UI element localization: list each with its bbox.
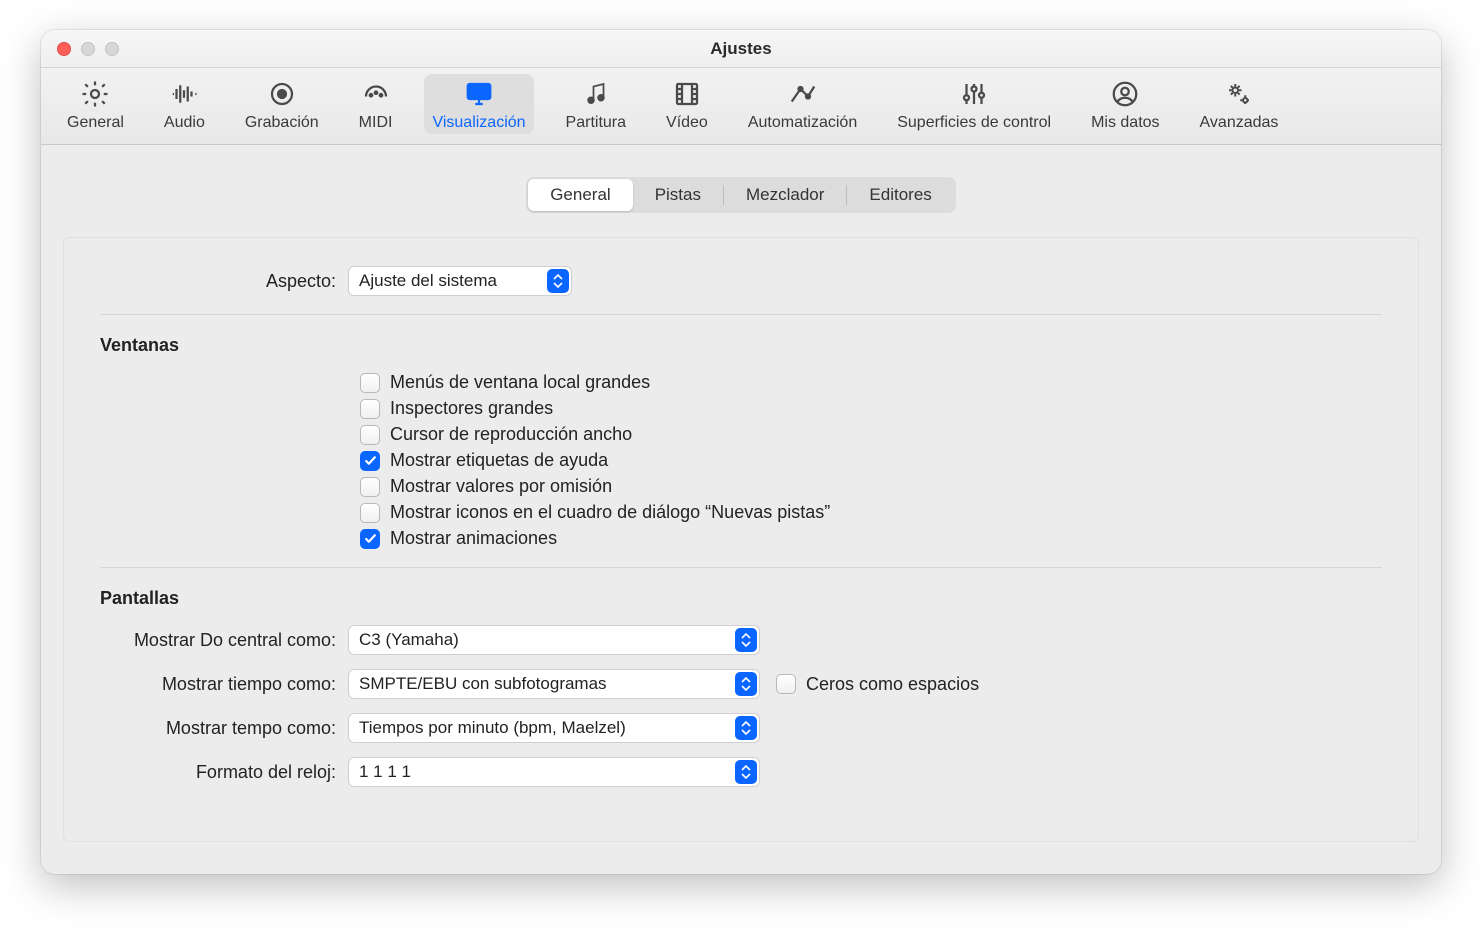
checkbox-label: Mostrar iconos en el cuadro de diálogo “… <box>390 502 830 523</box>
tab-mixer[interactable]: Mezclador <box>724 179 846 211</box>
content-area: General Pistas Mezclador Editores Aspect… <box>41 145 1441 842</box>
checkbox-row: Mostrar valores por omisión <box>360 476 1382 497</box>
settings-window: Ajustes General Audio Grabación MIDI <box>41 30 1441 874</box>
appearance-row: Aspecto: Ajuste del sistema <box>100 266 1382 296</box>
time-format-row: Mostrar tiempo como: SMPTE/EBU con subfo… <box>100 669 1382 699</box>
checkbox-label: Inspectores grandes <box>390 398 553 419</box>
toolbar-item-advanced[interactable]: Avanzadas <box>1192 74 1287 134</box>
toolbar-item-recording[interactable]: Grabación <box>237 74 327 134</box>
displays-heading: Pantallas <box>100 588 1382 609</box>
sub-tabs: General Pistas Mezclador Editores <box>526 177 956 213</box>
checkbox[interactable] <box>360 477 380 497</box>
appearance-label: Aspecto: <box>100 271 348 292</box>
toolbar-item-audio[interactable]: Audio <box>156 74 213 134</box>
select-arrows-icon <box>547 269 569 293</box>
select-arrows-icon <box>735 760 757 784</box>
film-icon <box>671 78 703 110</box>
appearance-select[interactable]: Ajuste del sistema <box>348 266 572 296</box>
appearance-value: Ajuste del sistema <box>359 271 497 291</box>
toolbar-item-general[interactable]: General <box>59 74 132 134</box>
settings-panel: Aspecto: Ajuste del sistema Ventanas Men… <box>63 237 1419 842</box>
toolbar-item-control-surfaces[interactable]: Superficies de control <box>889 74 1059 134</box>
tempo-format-row: Mostrar tempo como: Tiempos por minuto (… <box>100 713 1382 743</box>
toolbar-item-automation[interactable]: Automatización <box>740 74 865 134</box>
waveform-icon <box>168 78 200 110</box>
checkbox[interactable] <box>360 399 380 419</box>
window-title: Ajustes <box>41 39 1441 59</box>
checkbox[interactable] <box>360 425 380 445</box>
midi-icon <box>360 78 392 110</box>
checkbox-row: Mostrar iconos en el cuadro de diálogo “… <box>360 502 1382 523</box>
clock-format-select[interactable]: 1 1 1 1 <box>348 757 760 787</box>
clock-format-row: Formato del reloj: 1 1 1 1 <box>100 757 1382 787</box>
checkbox-label: Menús de ventana local grandes <box>390 372 650 393</box>
toolbar-item-midi[interactable]: MIDI <box>351 74 401 134</box>
toolbar-item-my-info[interactable]: Mis datos <box>1083 74 1167 134</box>
checkbox-row: Mostrar animaciones <box>360 528 1382 549</box>
tab-general[interactable]: General <box>528 179 632 211</box>
gears-icon <box>1223 78 1255 110</box>
checkbox-label: Mostrar animaciones <box>390 528 557 549</box>
checkbox[interactable] <box>360 373 380 393</box>
zeros-as-spaces-checkbox[interactable] <box>776 674 796 694</box>
music-notes-icon <box>580 78 612 110</box>
select-arrows-icon <box>735 716 757 740</box>
windows-checkboxes: Menús de ventana local grandes Inspectore… <box>100 372 1382 549</box>
divider <box>100 567 1382 568</box>
displays-rows: Mostrar Do central como: C3 (Yamaha) Mos… <box>100 625 1382 787</box>
automation-icon <box>787 78 819 110</box>
gear-icon <box>79 78 111 110</box>
divider <box>100 314 1382 315</box>
time-format-label: Mostrar tiempo como: <box>100 674 348 695</box>
checkbox-label: Mostrar valores por omisión <box>390 476 612 497</box>
titlebar: Ajustes <box>41 30 1441 68</box>
sliders-icon <box>958 78 990 110</box>
tab-tracks[interactable]: Pistas <box>633 179 723 211</box>
middle-c-select[interactable]: C3 (Yamaha) <box>348 625 760 655</box>
monitor-icon <box>463 78 495 110</box>
checkbox-row: Mostrar etiquetas de ayuda <box>360 450 1382 471</box>
tempo-format-select[interactable]: Tiempos por minuto (bpm, Maelzel) <box>348 713 760 743</box>
select-arrows-icon <box>735 672 757 696</box>
zeros-as-spaces-option: Ceros como espacios <box>776 674 979 695</box>
checkbox[interactable] <box>360 529 380 549</box>
middle-c-label: Mostrar Do central como: <box>100 630 348 651</box>
toolbar-item-display[interactable]: Visualización <box>424 74 533 134</box>
preferences-toolbar: General Audio Grabación MIDI Visualizaci… <box>41 68 1441 145</box>
checkbox-row: Menús de ventana local grandes <box>360 372 1382 393</box>
checkbox[interactable] <box>360 451 380 471</box>
windows-heading: Ventanas <box>100 335 1382 356</box>
select-arrows-icon <box>735 628 757 652</box>
record-icon <box>266 78 298 110</box>
checkbox-label: Cursor de reproducción ancho <box>390 424 632 445</box>
tempo-format-label: Mostrar tempo como: <box>100 718 348 739</box>
toolbar-item-video[interactable]: Vídeo <box>658 74 716 134</box>
user-circle-icon <box>1109 78 1141 110</box>
middle-c-row: Mostrar Do central como: C3 (Yamaha) <box>100 625 1382 655</box>
checkbox-row: Cursor de reproducción ancho <box>360 424 1382 445</box>
tab-editors[interactable]: Editores <box>847 179 953 211</box>
checkbox-label: Mostrar etiquetas de ayuda <box>390 450 608 471</box>
checkbox-row: Inspectores grandes <box>360 398 1382 419</box>
checkbox[interactable] <box>360 503 380 523</box>
zeros-as-spaces-label: Ceros como espacios <box>806 674 979 695</box>
time-format-select[interactable]: SMPTE/EBU con subfotogramas <box>348 669 760 699</box>
clock-format-label: Formato del reloj: <box>100 762 348 783</box>
toolbar-item-score[interactable]: Partitura <box>558 74 634 134</box>
